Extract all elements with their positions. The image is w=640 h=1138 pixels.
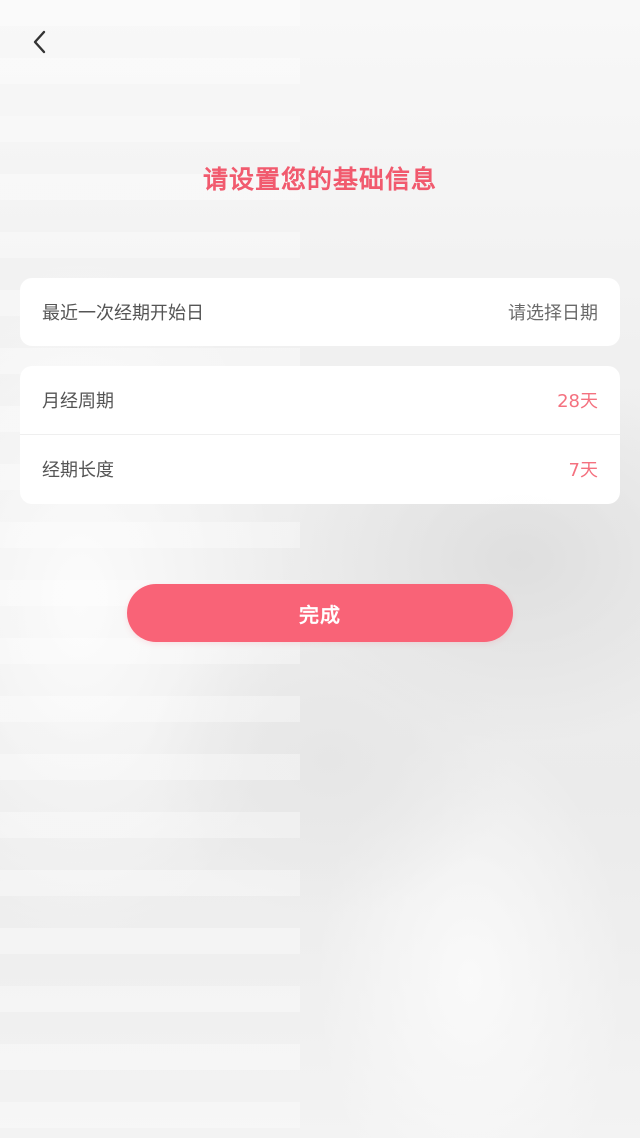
period-length-label: 经期长度 — [42, 460, 114, 481]
done-button[interactable]: 完成 — [127, 584, 513, 642]
period-length-value[interactable]: 7天 — [569, 456, 598, 482]
cycle-settings-card: 月经周期 28天 经期长度 7天 — [20, 366, 620, 504]
last-period-row[interactable]: 最近一次经期开始日 请选择日期 — [20, 278, 620, 346]
last-period-card: 最近一次经期开始日 请选择日期 — [20, 278, 620, 346]
chevron-left-icon — [30, 28, 50, 60]
last-period-label: 最近一次经期开始日 — [42, 303, 204, 324]
last-period-date-picker[interactable]: 请选择日期 — [508, 299, 598, 325]
cycle-label: 月经周期 — [42, 391, 114, 412]
cycle-row[interactable]: 月经周期 28天 — [20, 366, 620, 435]
page-title: 请设置您的基础信息 — [202, 165, 437, 194]
period-length-row[interactable]: 经期长度 7天 — [20, 435, 620, 503]
back-button[interactable] — [22, 26, 58, 62]
cycle-value[interactable]: 28天 — [557, 387, 598, 413]
